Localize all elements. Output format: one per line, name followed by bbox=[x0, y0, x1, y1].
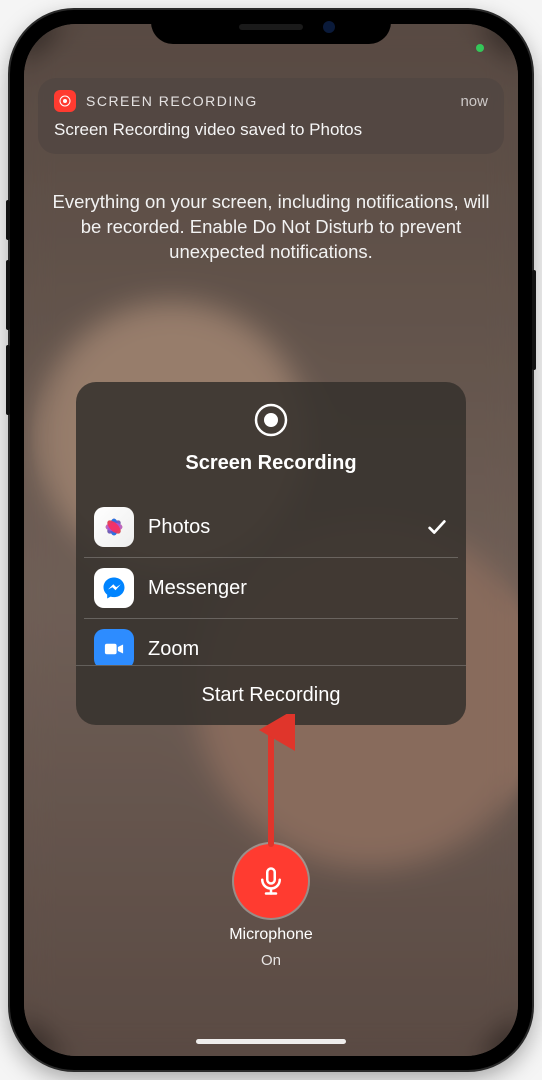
iphone-device-frame: SCREEN RECORDING now Screen Recording vi… bbox=[10, 10, 532, 1070]
microphone-state: On bbox=[261, 952, 281, 969]
notification-timestamp: now bbox=[460, 93, 488, 110]
recording-warning-text: Everything on your screen, including not… bbox=[52, 190, 490, 265]
start-recording-button[interactable]: Start Recording bbox=[76, 665, 466, 725]
destination-option-photos[interactable]: Photos bbox=[84, 497, 458, 558]
microphone-icon bbox=[256, 866, 286, 896]
destination-option-zoom[interactable]: Zoom bbox=[84, 619, 458, 665]
microphone-label: Microphone bbox=[229, 926, 313, 944]
option-label: Messenger bbox=[148, 577, 448, 600]
notification-message: Screen Recording video saved to Photos bbox=[54, 120, 488, 140]
photos-app-icon bbox=[94, 507, 134, 547]
option-label: Zoom bbox=[148, 638, 448, 661]
notification-banner[interactable]: SCREEN RECORDING now Screen Recording vi… bbox=[38, 78, 504, 154]
destination-list[interactable]: Photos Messenger bbox=[76, 489, 466, 665]
screen: SCREEN RECORDING now Screen Recording vi… bbox=[24, 24, 518, 1056]
zoom-app-icon bbox=[94, 629, 134, 665]
microphone-toggle-button[interactable] bbox=[234, 844, 308, 918]
screen-recording-app-icon bbox=[54, 90, 76, 112]
panel-title: Screen Recording bbox=[76, 452, 466, 475]
destination-option-messenger[interactable]: Messenger bbox=[84, 558, 458, 619]
screen-recording-panel: Screen Recording bbox=[76, 382, 466, 725]
record-icon bbox=[253, 402, 289, 438]
checkmark-icon bbox=[426, 516, 448, 538]
option-label: Photos bbox=[148, 516, 412, 539]
privacy-indicator-dot bbox=[476, 44, 484, 52]
messenger-app-icon bbox=[94, 568, 134, 608]
microphone-section: Microphone On bbox=[24, 844, 518, 969]
device-notch bbox=[151, 10, 391, 44]
notification-app-name: SCREEN RECORDING bbox=[86, 93, 258, 109]
home-indicator[interactable] bbox=[196, 1039, 346, 1044]
